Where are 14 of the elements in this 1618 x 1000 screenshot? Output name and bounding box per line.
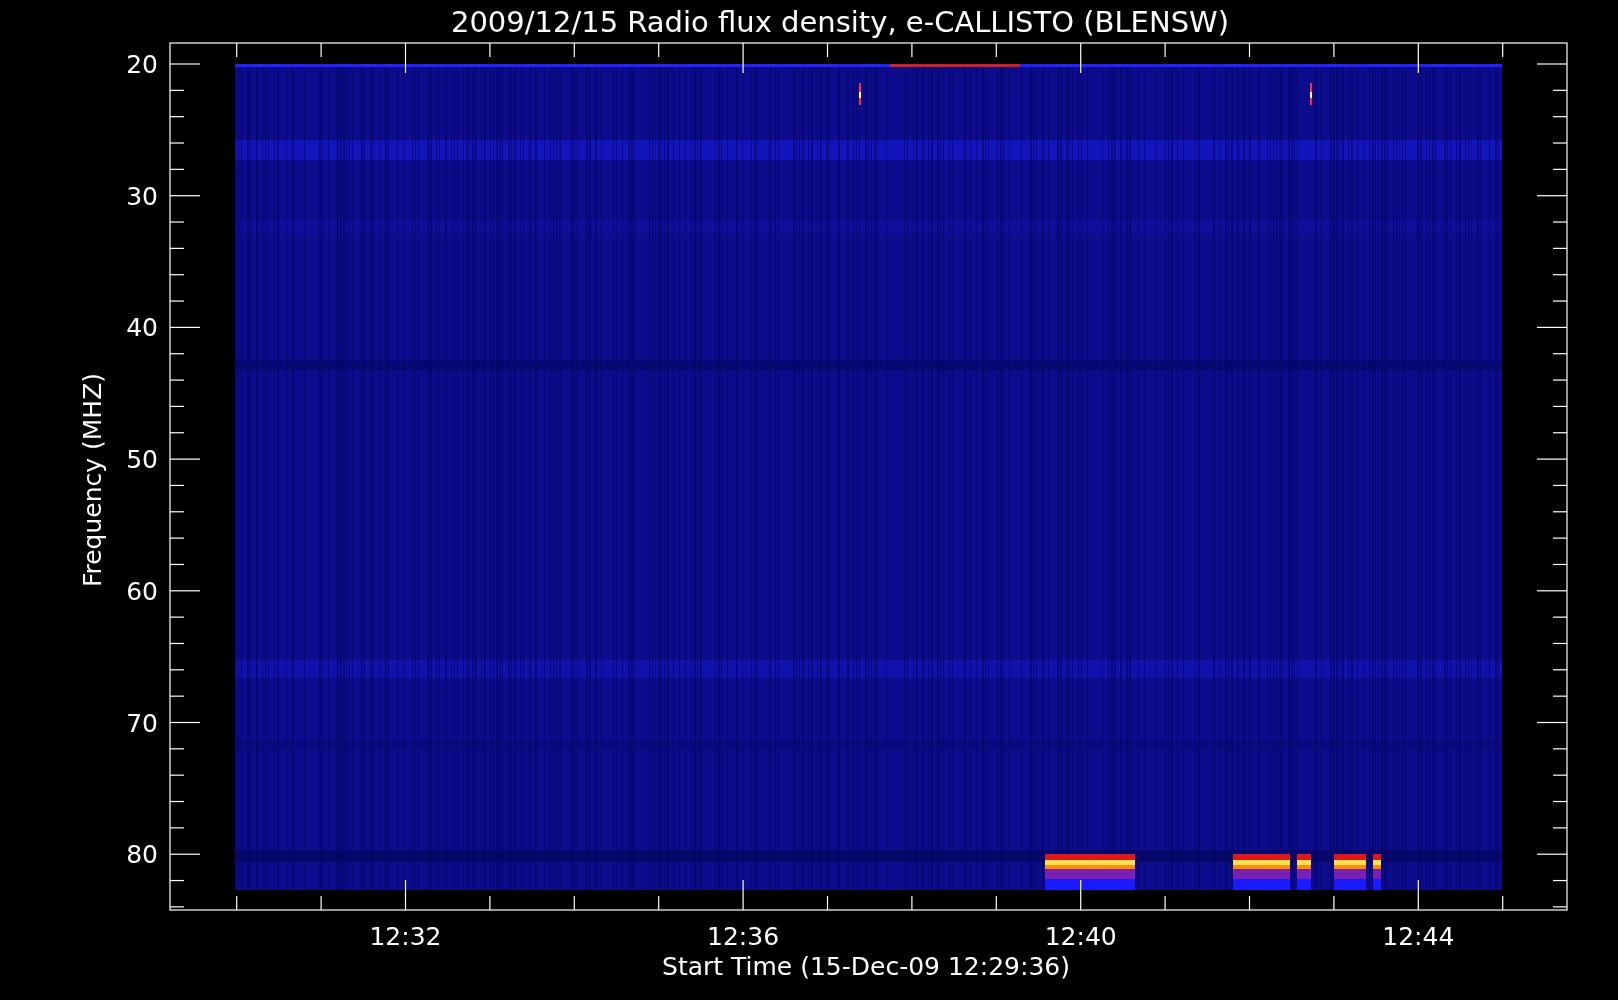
x-tick-label: 12:32 [369, 922, 442, 951]
y-tick-label: 60 [126, 576, 158, 606]
y-axis-label: Frequency (MHZ) [78, 372, 107, 588]
y-tick-label: 20 [126, 50, 158, 79]
chart-title: 2009/12/15 Radio flux density, e-CALLISTO (BLENSW) [450, 5, 1230, 39]
y-tick-label: 50 [126, 445, 158, 475]
x-tick-label: 12:44 [1382, 922, 1455, 951]
x-tick-label: 12:36 [707, 922, 780, 951]
x-tick-label: 12:40 [1044, 922, 1117, 951]
y-tick-label: 80 [126, 840, 158, 870]
y-tick-label: 70 [126, 708, 158, 738]
y-tick-label: 30 [126, 181, 158, 211]
x-axis-label: Start Time (15-Dec-09 12:29:36) [662, 952, 1070, 981]
y-tick-label: 40 [126, 313, 158, 343]
